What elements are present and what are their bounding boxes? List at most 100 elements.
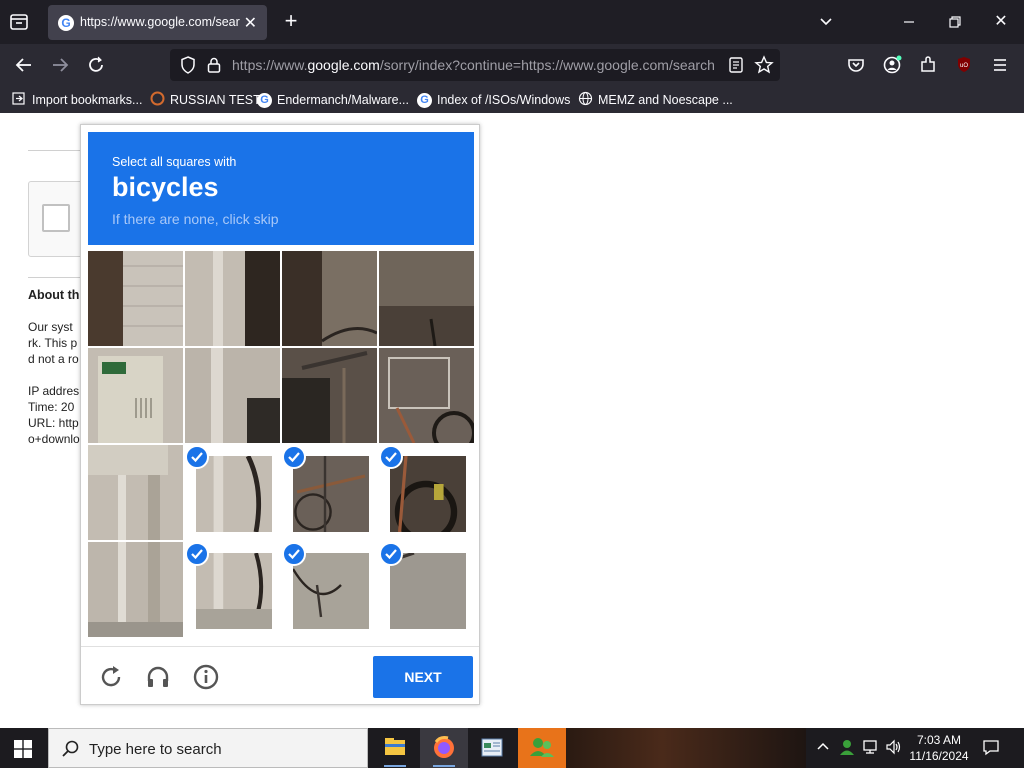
ublock-origin-icon[interactable]: uO	[951, 52, 977, 78]
checkmark-icon	[282, 542, 306, 566]
pocket-icon[interactable]	[843, 52, 869, 78]
back-icon[interactable]	[11, 52, 37, 78]
shield-icon[interactable]	[178, 55, 198, 75]
people-tray-icon[interactable]	[838, 738, 856, 756]
captcha-instruction: Select all squares with	[112, 155, 237, 169]
bookmark-russian-test[interactable]: RUSSIAN TEST	[150, 91, 261, 109]
lock-icon[interactable]	[204, 55, 224, 75]
page-line: URL: http	[28, 416, 79, 430]
reader-view-icon[interactable]	[726, 55, 746, 75]
russian-test-favicon	[150, 91, 165, 109]
taskbar-search-box[interactable]: Type here to search	[48, 728, 368, 768]
clock-time: 7:03 AM	[916, 733, 962, 747]
network-icon[interactable]	[862, 738, 880, 756]
notifications-icon[interactable]	[982, 738, 1000, 756]
url-text[interactable]: https://www.google.com/sorry/index?conti…	[232, 57, 722, 73]
list-all-tabs-icon[interactable]	[8, 11, 30, 33]
captcha-tile[interactable]	[88, 445, 183, 540]
windows-taskbar: Type here to search 7:03 AM 11/16/2024	[0, 728, 1024, 768]
captcha-tile-selected[interactable]	[185, 445, 280, 540]
checkmark-icon	[185, 542, 209, 566]
address-bar[interactable]: https://www.google.com/sorry/index?conti…	[170, 49, 780, 81]
bookmark-endermanch[interactable]: G Endermanch/Malware...	[257, 91, 409, 109]
tab-title: https://www.google.com/searc	[80, 15, 240, 29]
extensions-icon[interactable]	[915, 52, 941, 78]
checkmark-icon	[185, 445, 209, 469]
about-heading: About th	[28, 288, 80, 302]
google-favicon: G	[257, 92, 272, 108]
navigation-toolbar: https://www.google.com/sorry/index?conti…	[0, 44, 1024, 86]
page-line: d not a ro	[28, 352, 79, 366]
control-panel-icon[interactable]	[468, 728, 516, 768]
tab-bar: G https://www.google.com/searc ✕ + ✕	[0, 0, 1024, 44]
checkmark-icon	[379, 445, 403, 469]
captcha-image-grid	[88, 251, 474, 637]
bookmark-label: Endermanch/Malware...	[277, 93, 410, 107]
next-button[interactable]: NEXT	[373, 656, 473, 698]
bookmark-import[interactable]: Import bookmarks...	[12, 91, 142, 109]
active-tab[interactable]: G https://www.google.com/searc ✕	[48, 5, 267, 40]
page-line: Time: 20	[28, 400, 75, 414]
minimize-icon[interactable]	[898, 10, 920, 34]
captcha-hint: If there are none, click skip	[112, 211, 279, 227]
new-tab-icon[interactable]: +	[280, 8, 302, 34]
account-icon[interactable]	[879, 52, 905, 78]
reload-challenge-icon[interactable]	[97, 663, 125, 691]
info-icon[interactable]	[192, 663, 220, 691]
windows-start-icon[interactable]	[14, 740, 32, 758]
captcha-tile-selected[interactable]	[282, 542, 377, 637]
close-window-icon[interactable]: ✕	[990, 10, 1012, 34]
globe-icon	[578, 91, 593, 109]
captcha-tile-selected[interactable]	[379, 542, 474, 637]
checkmark-icon	[379, 542, 403, 566]
file-explorer-icon[interactable]	[371, 728, 419, 768]
bookmark-isos[interactable]: G Index of /ISOs/Windows	[417, 91, 570, 109]
google-favicon: G	[58, 15, 74, 31]
captcha-tile[interactable]	[88, 251, 183, 346]
bookmark-memz[interactable]: MEMZ and Noescape ...	[578, 91, 733, 109]
recaptcha-widget	[28, 181, 88, 257]
captcha-footer: NEXT	[81, 646, 479, 704]
captcha-tile[interactable]	[185, 251, 280, 346]
close-tab-icon[interactable]: ✕	[244, 13, 257, 33]
people-app-icon[interactable]	[518, 728, 566, 768]
captcha-header: Select all squares with bicycles If ther…	[88, 132, 474, 245]
chevron-down-icon[interactable]	[815, 10, 837, 34]
divider	[28, 150, 88, 151]
page-line: Our syst	[28, 320, 73, 334]
captcha-tile[interactable]	[185, 348, 280, 443]
clock-date: 11/16/2024	[909, 749, 969, 763]
page-line: IP addres	[28, 384, 80, 398]
page-line: o+downlo	[28, 432, 80, 446]
captcha-tile[interactable]	[379, 348, 474, 443]
captcha-tile[interactable]	[282, 251, 377, 346]
volume-icon[interactable]	[885, 738, 903, 756]
reload-icon[interactable]	[83, 52, 109, 78]
captcha-tile-selected[interactable]	[185, 542, 280, 637]
system-clock[interactable]: 7:03 AM 11/16/2024	[904, 732, 974, 764]
show-hidden-icons-chevron-icon[interactable]	[814, 738, 832, 756]
bookmark-label: RUSSIAN TEST	[170, 93, 261, 107]
import-icon	[12, 91, 27, 109]
bookmarks-toolbar: Import bookmarks... RUSSIAN TEST G Ender…	[0, 86, 1024, 113]
taskbar-background	[566, 728, 806, 768]
bookmark-label: Index of /ISOs/Windows	[437, 93, 571, 107]
bookmark-star-icon[interactable]	[754, 55, 774, 75]
bookmark-label: MEMZ and Noescape ...	[598, 93, 733, 107]
google-favicon: G	[417, 92, 432, 108]
divider	[28, 277, 88, 278]
menu-icon[interactable]	[987, 52, 1013, 78]
recaptcha-checkbox[interactable]	[42, 204, 70, 232]
captcha-tile[interactable]	[282, 348, 377, 443]
restore-icon[interactable]	[944, 10, 966, 34]
forward-icon[interactable]	[47, 52, 73, 78]
audio-challenge-icon[interactable]	[144, 663, 172, 691]
bookmark-label: Import bookmarks...	[32, 93, 143, 107]
captcha-tile[interactable]	[88, 542, 183, 637]
firefox-icon[interactable]	[420, 728, 468, 768]
svg-text:uO: uO	[960, 63, 968, 69]
captcha-tile[interactable]	[379, 251, 474, 346]
captcha-tile[interactable]	[88, 348, 183, 443]
captcha-tile-selected[interactable]	[282, 445, 377, 540]
captcha-tile-selected[interactable]	[379, 445, 474, 540]
